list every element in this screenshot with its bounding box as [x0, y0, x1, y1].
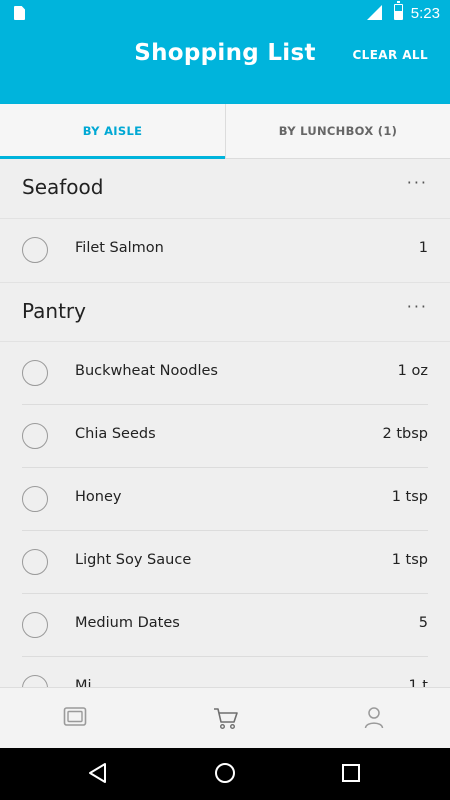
- item-name: Honey: [75, 489, 122, 505]
- profile-icon: [364, 707, 384, 729]
- item-name: Medium Dates: [75, 615, 180, 631]
- system-navigation-bar: [0, 748, 450, 800]
- item-name: Filet Salmon: [75, 240, 164, 256]
- home-icon[interactable]: [214, 762, 236, 784]
- app-bar: Shopping List CLEAR ALL: [0, 28, 450, 104]
- battery-icon: [394, 1, 403, 20]
- item-quantity: 1 t: [408, 678, 428, 687]
- list-item[interactable]: Light Soy Sauce 1 tsp: [0, 531, 450, 594]
- nav-shopping-list[interactable]: [150, 688, 300, 749]
- item-quantity: 2 tbsp: [382, 426, 428, 442]
- network-label: 4G: [361, 3, 374, 12]
- recents-icon[interactable]: [341, 762, 361, 784]
- status-bar: 4G 5:23: [0, 0, 450, 28]
- more-options-icon[interactable]: ···: [407, 173, 428, 192]
- tab-bar: BY AISLE BY LUNCHBOX (1): [0, 104, 450, 159]
- tab-by-lunchbox[interactable]: BY LUNCHBOX (1): [225, 104, 450, 159]
- item-name: Mi: [75, 678, 92, 687]
- bottom-navigation: [0, 687, 450, 748]
- checkbox-circle-icon[interactable]: [22, 423, 48, 449]
- checkbox-circle-icon[interactable]: [22, 675, 48, 687]
- list-item[interactable]: Buckwheat Noodles 1 oz: [0, 342, 450, 405]
- checkbox-circle-icon[interactable]: [22, 237, 48, 263]
- item-quantity: 1 tsp: [391, 552, 428, 568]
- section-header-pantry: Pantry ···: [0, 282, 450, 342]
- sd-card-icon: [14, 6, 25, 20]
- item-quantity: 5: [418, 615, 428, 631]
- item-name: Light Soy Sauce: [75, 552, 192, 568]
- checkbox-circle-icon[interactable]: [22, 612, 48, 638]
- more-options-icon[interactable]: ···: [407, 297, 428, 316]
- nav-profile[interactable]: [300, 688, 450, 749]
- list-item[interactable]: Honey 1 tsp: [0, 468, 450, 531]
- shopping-cart-icon: [214, 708, 238, 730]
- status-time: 5:23: [410, 5, 440, 22]
- item-name: Buckwheat Noodles: [75, 363, 218, 379]
- tab-by-aisle[interactable]: BY AISLE: [0, 104, 225, 159]
- list-item[interactable]: Chia Seeds 2 tbsp: [0, 405, 450, 468]
- list-item[interactable]: Mi 1 t: [0, 657, 450, 687]
- section-header-seafood: Seafood ···: [0, 159, 450, 219]
- item-quantity: 1: [418, 240, 428, 256]
- nav-lunchbox[interactable]: [0, 688, 150, 749]
- checkbox-circle-icon[interactable]: [22, 486, 48, 512]
- checkbox-circle-icon[interactable]: [22, 360, 48, 386]
- item-quantity: 1 oz: [397, 363, 428, 379]
- item-quantity: 1 tsp: [391, 489, 428, 505]
- list-item[interactable]: Medium Dates 5: [0, 594, 450, 657]
- section-title: Pantry: [22, 299, 86, 323]
- shopping-list[interactable]: Seafood ··· Filet Salmon 1 Pantry ··· Bu…: [0, 159, 450, 687]
- lunchbox-icon: [63, 707, 87, 726]
- back-icon[interactable]: [87, 762, 109, 784]
- section-title: Seafood: [22, 175, 104, 199]
- clear-all-button[interactable]: CLEAR ALL: [352, 48, 428, 62]
- item-name: Chia Seeds: [75, 426, 156, 442]
- checkbox-circle-icon[interactable]: [22, 549, 48, 575]
- list-item[interactable]: Filet Salmon 1: [0, 219, 450, 282]
